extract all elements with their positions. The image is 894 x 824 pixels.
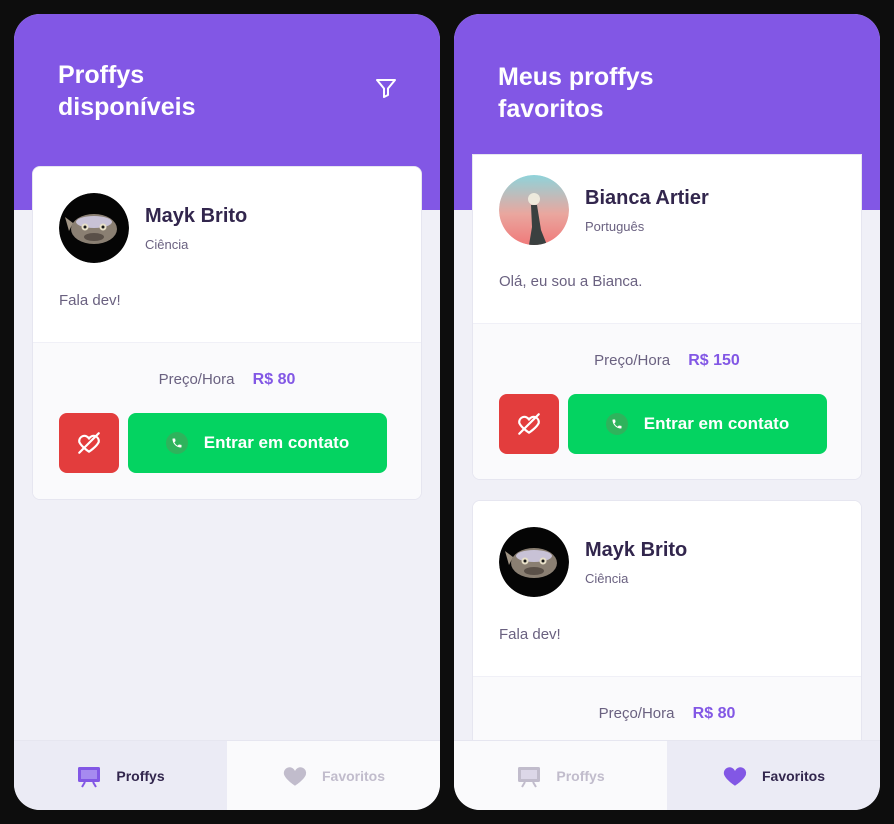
tab-favoritos[interactable]: Favoritos (227, 741, 440, 810)
avatar (59, 193, 129, 263)
tab-favoritos[interactable]: Favoritos (667, 741, 880, 810)
tab-label: Proffys (556, 767, 605, 784)
unfavorite-heart-icon (78, 432, 100, 454)
unfavorite-button[interactable] (499, 394, 559, 454)
unfavorite-button[interactable] (59, 413, 119, 473)
avatar (499, 527, 569, 597)
price-row: Preço/Hora R$ 80 (33, 371, 421, 389)
price-value: R$ 150 (688, 352, 740, 369)
tv-icon (78, 766, 101, 788)
contact-button[interactable]: Entrar em contato (128, 413, 387, 473)
whatsapp-icon (605, 413, 628, 435)
price-label: Preço/Hora (594, 352, 671, 369)
price-value: R$ 80 (692, 705, 736, 722)
teacher-bio: Fala dev! (59, 292, 121, 309)
tab-label: Favoritos (761, 767, 825, 784)
price-row: Preço/Hora R$ 80 (473, 705, 861, 723)
tab-label: Favoritos (321, 767, 385, 784)
tab-bar: Proffys Favoritos (454, 740, 880, 810)
teacher-card: Mayk Brito Ciência Fala dev! Preço/Hora … (472, 500, 862, 760)
contact-label: Entrar em contato (643, 414, 790, 433)
price-label: Preço/Hora (598, 705, 675, 722)
unfavorite-heart-icon (518, 413, 540, 435)
price-row: Preço/Hora R$ 150 (473, 352, 861, 370)
page-title: Proffys disponíveis (58, 61, 196, 121)
tab-label: Proffys (116, 767, 165, 784)
teacher-subject: Ciência (585, 571, 629, 586)
tv-icon (518, 766, 541, 788)
proffys-list-screen: Proffys disponíveis Mayk Brito Ciência F… (14, 14, 440, 810)
teacher-card: Mayk Brito Ciência Fala dev! Preço/Hora … (32, 166, 422, 500)
teacher-name: Bianca Artier (585, 187, 709, 209)
contact-label: Entrar em contato (203, 433, 350, 452)
price-label: Preço/Hora (158, 371, 235, 388)
tab-bar: Proffys Favoritos (14, 740, 440, 810)
page-title: Meus proffys favoritos (498, 63, 654, 123)
whatsapp-icon (165, 432, 188, 454)
heart-icon (283, 766, 307, 786)
teacher-subject: Português (585, 219, 645, 234)
tab-proffys[interactable]: Proffys (454, 741, 667, 810)
teacher-name: Mayk Brito (585, 539, 688, 561)
contact-button[interactable]: Entrar em contato (568, 394, 827, 454)
price-value: R$ 80 (252, 371, 296, 388)
teacher-bio: Fala dev! (499, 626, 561, 643)
teacher-card: Bianca Artier Português Olá, eu sou a Bi… (472, 154, 862, 480)
teacher-bio: Olá, eu sou a Bianca. (499, 273, 643, 290)
teacher-name: Mayk Brito (145, 205, 248, 227)
teacher-subject: Ciência (145, 237, 189, 252)
heart-icon (723, 766, 747, 786)
filter-icon[interactable] (374, 76, 398, 100)
tab-proffys[interactable]: Proffys (14, 741, 227, 810)
favorites-screen: Meus proffys favoritos Bianca Artier Por… (454, 14, 880, 810)
avatar (499, 175, 569, 245)
